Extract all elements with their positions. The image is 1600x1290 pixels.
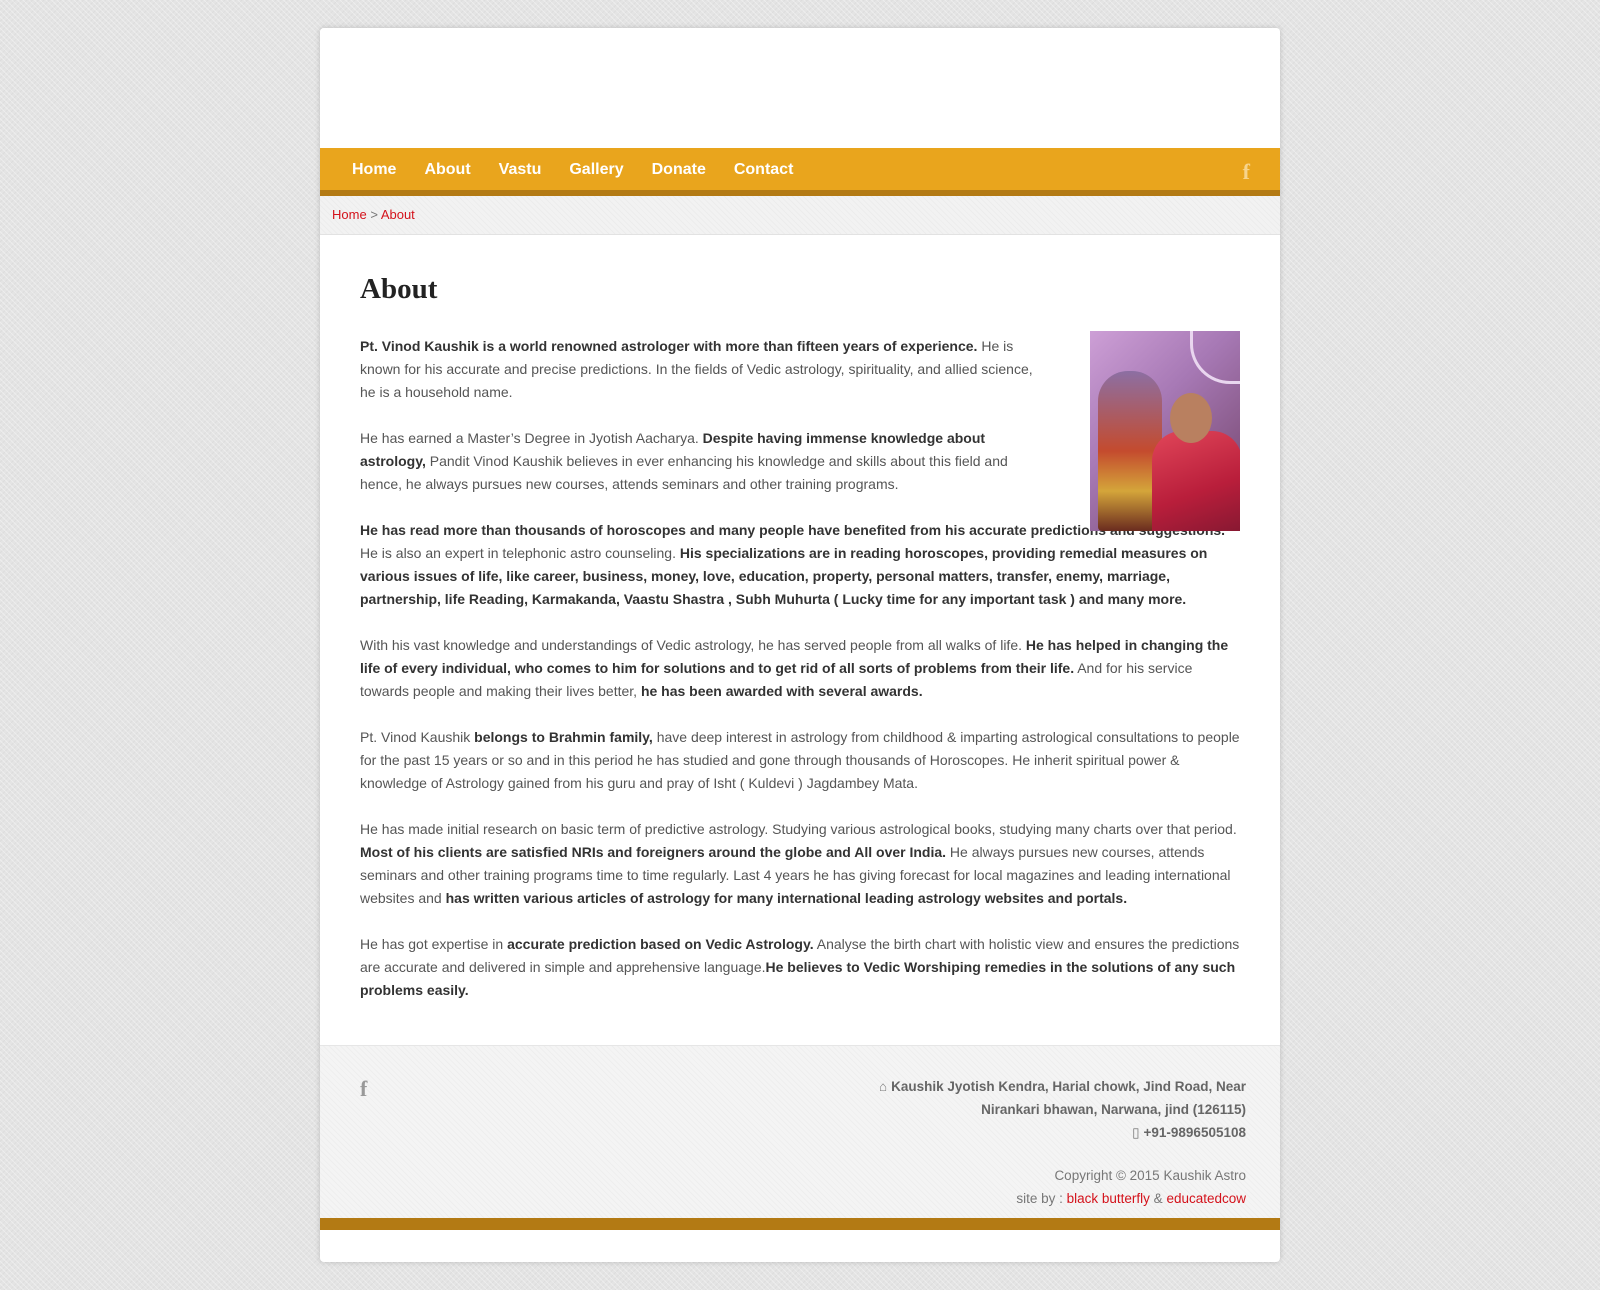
- footer-copyright: Copyright © 2015 Kaushik Astro site by :…: [1016, 1164, 1246, 1210]
- astrologer-photo: [1090, 331, 1240, 531]
- text: With his vast knowledge and understandin…: [360, 637, 1026, 653]
- text: Pandit Vinod Kaushik believes in ever en…: [360, 453, 1008, 492]
- site-credits: site by : black butterfly & educatedcow: [1016, 1187, 1246, 1210]
- bold-text: he has been awarded with several awards.: [640, 683, 923, 699]
- page-title: About: [360, 273, 438, 305]
- breadcrumb-home-link[interactable]: Home: [332, 207, 367, 222]
- facebook-icon[interactable]: f: [1243, 159, 1250, 185]
- bold-text: Most of his clients are satisfied NRIs a…: [360, 844, 947, 860]
- ampersand: &: [1149, 1191, 1167, 1206]
- credit-link-black-butterfly[interactable]: black butterfly: [1067, 1191, 1150, 1206]
- text: He has got expertise in: [360, 936, 508, 952]
- main-nav: Home About Vastu Gallery Donate Contact …: [320, 148, 1280, 196]
- paragraph-expertise: He has got expertise in accurate predict…: [360, 933, 1240, 1002]
- phone-icon: ▯: [1132, 1125, 1140, 1140]
- paragraph-specializations: He has read more than thousands of horos…: [360, 519, 1240, 611]
- nav-item-about[interactable]: About: [424, 148, 470, 191]
- address-line-1: ⌂ Kaushik Jyotish Kendra, Harial chowk, J…: [826, 1075, 1246, 1098]
- footer-facebook-icon[interactable]: f: [360, 1076, 367, 1102]
- paragraph-family: Pt. Vinod Kaushik belongs to Brahmin fam…: [360, 726, 1240, 795]
- site-footer: f ⌂ Kaushik Jyotish Kendra, Harial chowk,…: [320, 1045, 1280, 1230]
- paragraph-intro: Pt. Vinod Kaushik is a world renowned as…: [360, 335, 1052, 404]
- breadcrumb-separator: >: [370, 207, 378, 222]
- site-by-label: site by :: [1016, 1191, 1067, 1206]
- breadcrumb-current-link[interactable]: About: [381, 207, 415, 222]
- nav-list: Home About Vastu Gallery Donate Contact: [320, 148, 1280, 191]
- bold-text: has written various articles of astrolog…: [445, 890, 1128, 906]
- paragraph-research: He has made initial research on basic te…: [360, 818, 1240, 910]
- footer-bottom-bar: [320, 1218, 1280, 1230]
- text: He is also an expert in telephonic astro…: [360, 545, 680, 561]
- bold-text: accurate prediction based on Vedic Astro…: [507, 936, 814, 952]
- nav-item-contact[interactable]: Contact: [734, 148, 794, 191]
- nav-item-gallery[interactable]: Gallery: [569, 148, 623, 191]
- footer-address: ⌂ Kaushik Jyotish Kendra, Harial chowk, J…: [826, 1075, 1246, 1144]
- phone-number: +91-9896505108: [1143, 1125, 1246, 1140]
- nav-item-home[interactable]: Home: [352, 148, 396, 191]
- home-icon: ⌂: [878, 1079, 888, 1094]
- address-line-2: Nirankari bhawan, Narwana, jind (126115): [981, 1102, 1246, 1117]
- copyright-text: Copyright © 2015 Kaushik Astro: [1054, 1168, 1246, 1183]
- site-header: [320, 28, 1280, 148]
- paragraph-service: With his vast knowledge and understandin…: [360, 634, 1240, 703]
- phone-line: ▯ +91-9896505108: [826, 1121, 1246, 1144]
- paragraph-education: He has earned a Master’s Degree in Jyoti…: [360, 427, 1052, 496]
- main-content: About Pt. Vinod Kaushik is a world renow…: [320, 235, 1280, 1046]
- text: He has earned a Master’s Degree in Jyoti…: [360, 430, 703, 446]
- breadcrumb: Home > About: [320, 196, 1280, 235]
- bold-text: belongs to Brahmin family,: [474, 729, 653, 745]
- bold-text: Pt. Vinod Kaushik is a world renowned as…: [360, 338, 978, 354]
- text: Pt. Vinod Kaushik: [360, 729, 475, 745]
- nav-item-donate[interactable]: Donate: [652, 148, 706, 191]
- nav-item-vastu[interactable]: Vastu: [499, 148, 542, 191]
- page-wrapper: Home About Vastu Gallery Donate Contact …: [320, 28, 1280, 1262]
- text: He has made initial research on basic te…: [360, 821, 1237, 837]
- address-text: Kaushik Jyotish Kendra, Harial chowk, Ji…: [891, 1079, 1246, 1094]
- credit-link-educatedcow[interactable]: educatedcow: [1166, 1191, 1246, 1206]
